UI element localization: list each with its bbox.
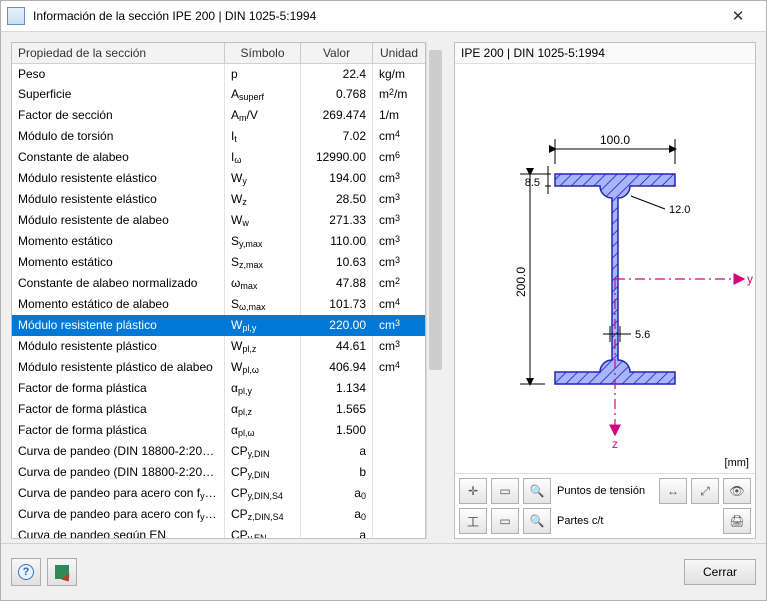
col-unit[interactable]: Unidad <box>373 43 425 63</box>
table-row[interactable]: Pesop22.4kg/m <box>12 64 425 84</box>
window-title: Información de la sección IPE 200 | DIN … <box>33 9 716 23</box>
table-row[interactable]: Factor de forma plásticaαpl,z1.565 <box>12 399 425 420</box>
close-icon[interactable]: ✕ <box>716 1 760 31</box>
col-prop[interactable]: Propiedad de la sección <box>12 43 225 63</box>
table-row[interactable]: Factor de secciónAm/V269.4741/m <box>12 105 425 126</box>
table-row[interactable]: Curva de pandeo para acero con fy>=460CP… <box>12 504 425 525</box>
table-row[interactable]: Módulo resistente elásticoWz28.50cm3 <box>12 189 425 210</box>
export-excel-button[interactable] <box>47 558 77 586</box>
table-row[interactable]: Curva de pandeo para acero con fy>=460CP… <box>12 483 425 504</box>
btn-numbers-icon[interactable]: ▭ <box>491 508 519 534</box>
table-row[interactable]: Momento estáticoSy,max110.00cm3 <box>12 231 425 252</box>
properties-table[interactable]: Propiedad de la sección Símbolo Valor Un… <box>11 42 426 539</box>
app-icon <box>7 7 25 25</box>
section-diagram: 100.0 200.0 8.5 12.0 <box>455 64 755 473</box>
unit-label: [mm] <box>725 457 749 469</box>
svg-text:200.0: 200.0 <box>514 267 528 297</box>
table-row[interactable]: Módulo de torsiónIt7.02cm4 <box>12 126 425 147</box>
svg-text:8.5: 8.5 <box>525 177 540 189</box>
table-header: Propiedad de la sección Símbolo Valor Un… <box>12 43 425 64</box>
table-row[interactable]: Momento estático de alabeoSω,max101.73cm… <box>12 294 425 315</box>
table-row[interactable]: Curva de pandeo (DIN 18800-2:2008-11)CPy… <box>12 462 425 483</box>
preview-title: IPE 200 | DIN 1025-5:1994 <box>455 43 755 64</box>
table-row[interactable]: Módulo resistente plásticoWpl,y220.00cm3 <box>12 315 425 336</box>
table-row[interactable]: Constante de alabeoIω12990.00cm6 <box>12 147 425 168</box>
table-row[interactable]: Módulo resistente plásticoWpl,z44.61cm3 <box>12 336 425 357</box>
svg-text:12.0: 12.0 <box>669 204 690 216</box>
titlebar: Información de la sección IPE 200 | DIN … <box>1 1 766 32</box>
btn-zoom2-icon[interactable]: 🔍 <box>523 508 551 534</box>
help-button[interactable]: ? <box>11 558 41 586</box>
table-row[interactable]: Módulo resistente elásticoWy194.00cm3 <box>12 168 425 189</box>
svg-text:100.0: 100.0 <box>600 133 630 147</box>
svg-text:z: z <box>612 437 618 451</box>
col-symbol[interactable]: Símbolo <box>225 43 301 63</box>
scrollbar[interactable] <box>426 42 444 539</box>
btn-print-icon[interactable]: 🖨 <box>723 508 751 534</box>
table-row[interactable]: Curva de pandeo según ENCPy,ENa <box>12 525 425 538</box>
table-row[interactable]: Constante de alabeo normalizadoωmax47.88… <box>12 273 425 294</box>
table-row[interactable]: Factor de forma plásticaαpl,ω1.500 <box>12 420 425 441</box>
table-row[interactable]: SuperficieAsuperf0.768m2/m <box>12 84 425 105</box>
btn-parts-icon[interactable]: 工 <box>459 508 487 534</box>
table-row[interactable]: Módulo resistente de alabeoWw271.33cm3 <box>12 210 425 231</box>
table-row[interactable]: Momento estáticoSz,max10.63cm3 <box>12 252 425 273</box>
table-row[interactable]: Factor de forma plásticaαpl,y1.134 <box>12 378 425 399</box>
table-row[interactable]: Curva de pandeo (DIN 18800-2:2008-11)CPy… <box>12 441 425 462</box>
svg-text:y: y <box>747 272 753 286</box>
table-row[interactable]: Módulo resistente plástico de alabeoWpl,… <box>12 357 425 378</box>
close-button[interactable]: Cerrar <box>684 559 756 585</box>
col-value[interactable]: Valor <box>301 43 373 63</box>
scrollbar-thumb[interactable] <box>429 50 442 370</box>
label-parts: Partes c/t <box>557 515 603 527</box>
svg-text:5.6: 5.6 <box>635 329 650 341</box>
